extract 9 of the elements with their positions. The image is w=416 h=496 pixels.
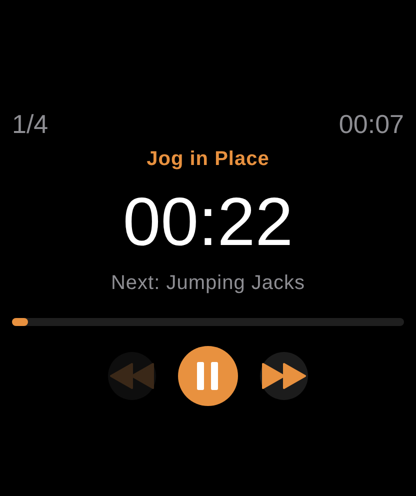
set-counter: 1/4	[12, 108, 48, 140]
countdown-timer: 00:22	[122, 183, 294, 262]
rewind-icon	[110, 363, 154, 389]
exercise-title: Jog in Place	[146, 147, 270, 172]
fast-forward-icon	[262, 363, 306, 389]
pause-icon	[197, 362, 219, 390]
elapsed-time: 00:07	[338, 108, 404, 140]
next-exercise: Next: Jumping Jacks	[110, 271, 305, 296]
fast-forward-button[interactable]	[260, 352, 308, 400]
